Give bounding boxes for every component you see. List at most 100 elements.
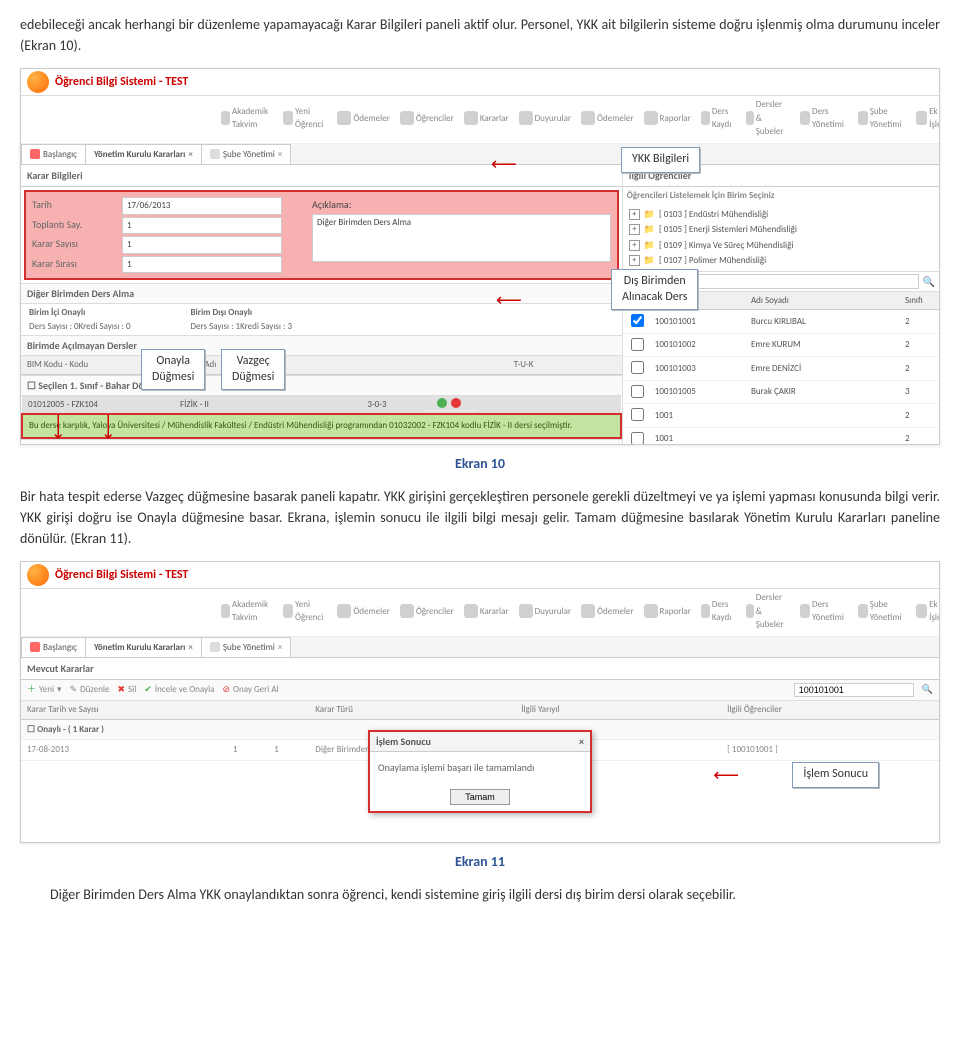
row-checkbox[interactable] <box>631 338 644 351</box>
close-icon[interactable]: × <box>278 641 282 655</box>
menu-item[interactable]: Duyurular <box>519 591 571 632</box>
menu-item[interactable]: Raporlar <box>644 98 691 139</box>
menu-item[interactable]: Kararlar <box>464 98 509 139</box>
toplanti-field[interactable]: 1 <box>122 217 282 235</box>
ders-ad: FİZİK - II <box>174 396 329 415</box>
menu-item[interactable]: Ödemeler <box>337 98 390 139</box>
table-row[interactable]: 01012005 - FZK104 FİZİK - II 3-0-3 <box>22 396 621 415</box>
col-header[interactable]: Karar Türü <box>315 703 521 717</box>
tab-ykk[interactable]: Yönetim Kurulu Kararları × <box>85 144 202 165</box>
menu-item[interactable]: Dersler & Şubeler <box>746 98 790 139</box>
tree-item[interactable]: +📁 [ 0105 ] Enerji Sistemleri Mühendisli… <box>627 222 935 238</box>
search-input[interactable] <box>794 683 914 697</box>
expand-icon[interactable]: + <box>629 255 640 266</box>
menu-item[interactable]: Ödemeler <box>581 98 634 139</box>
row-checkbox[interactable] <box>631 314 644 327</box>
col-header[interactable]: Adı Soyadı <box>747 292 901 310</box>
menu-item[interactable]: Akademik Takvim <box>221 98 273 139</box>
menu-item[interactable]: Ek İşlemler <box>916 98 940 139</box>
menu-icon <box>800 111 810 125</box>
tamam-button[interactable]: Tamam <box>450 789 510 805</box>
duzenle-button[interactable]: ✎Düzenle <box>70 683 110 697</box>
menu-item[interactable]: Ödemeler <box>337 591 390 632</box>
tarih-field[interactable]: 17/06/2013 <box>122 197 282 215</box>
menu-item[interactable]: Ders Yönetimi <box>800 591 848 632</box>
karar-sirasi-field[interactable]: 1 <box>122 256 282 274</box>
row-checkbox[interactable] <box>631 361 644 374</box>
menu-item[interactable]: Ders Kaydı <box>701 98 736 139</box>
remove-icon[interactable] <box>451 398 461 408</box>
incele-button[interactable]: ✔İncele ve Onayla <box>144 683 214 697</box>
outro-paragraph: Diğer Birimden Ders Alma YKK onaylandıkt… <box>20 884 940 905</box>
close-icon[interactable]: × <box>188 148 192 162</box>
menu-item[interactable]: Akademik Takvim <box>221 591 273 632</box>
mevcut-kararlar-title: Mevcut Kararlar <box>21 658 939 680</box>
table-row[interactable]: 100101002Emre KURUM2 <box>623 333 939 357</box>
ders-tuk: 3-0-3 <box>361 396 423 415</box>
menu-item[interactable]: Ders Yönetimi <box>800 98 848 139</box>
col-header[interactable]: Dersin Adı <box>173 356 476 374</box>
main-menu[interactable]: Akademik Takvim Yeni Öğrenci Ödemeler Öğ… <box>21 589 939 637</box>
col-header[interactable]: Karar Tarih ve Sayısı <box>27 703 233 717</box>
menu-item[interactable]: Dersler & Şubeler <box>746 591 790 632</box>
main-menu[interactable]: Akademik Takvim Yeni Öğrenci Ödemeler Öğ… <box>21 96 939 144</box>
callout-vazgec: Vazgeç Düğmesi <box>221 349 285 390</box>
tree-item[interactable]: +📁 [ 0109 ] Kimya Ve Süreç Mühendisliği <box>627 238 935 254</box>
sil-button[interactable]: ✖Sil <box>117 683 136 697</box>
table-row[interactable]: 100101001Burcu KIRLIBAL2 <box>623 310 939 334</box>
karar-sayisi-field[interactable]: 1 <box>122 236 282 254</box>
tab-sube[interactable]: Şube Yönetimi × <box>201 637 291 658</box>
tree-item[interactable]: +📁 [ 0107 ] Polimer Mühendisliği <box>627 253 935 269</box>
close-icon[interactable]: × <box>579 734 584 749</box>
table-row[interactable]: 100101005Burak ÇAKIR3 <box>623 380 939 404</box>
col-header[interactable]: İlgili Öğrenciler <box>727 703 933 717</box>
menu-icon <box>916 111 927 125</box>
menu-icon <box>581 604 595 618</box>
arrow-icon: ⟶ <box>44 414 71 440</box>
menu-icon <box>701 604 710 618</box>
col-header[interactable]: İlgili Yarıyıl <box>521 703 727 717</box>
app-logo-icon <box>27 71 49 93</box>
menu-icon <box>746 111 753 125</box>
menu-item[interactable]: Şube Yönetimi <box>858 98 906 139</box>
menu-item[interactable]: Yeni Öğrenci <box>283 591 327 632</box>
menu-item[interactable]: Ek İşlemler <box>916 591 940 632</box>
menu-item[interactable]: Öğrenciler <box>400 591 454 632</box>
menu-item[interactable]: Yeni Öğrenci <box>283 98 327 139</box>
tab-baslangic[interactable]: Başlangıç <box>21 144 86 165</box>
menu-item[interactable]: Kararlar <box>464 591 509 632</box>
expand-icon[interactable]: + <box>629 224 640 235</box>
menu-item[interactable]: Ders Kaydı <box>701 591 736 632</box>
expand-icon[interactable]: + <box>629 240 640 251</box>
table-row[interactable]: 100101003Emre DENİZCİ2 <box>623 357 939 381</box>
menu-item[interactable]: Duyurular <box>519 98 571 139</box>
cell: 17-08-2013 <box>27 743 233 757</box>
arrow-icon: ⟵ <box>713 762 739 789</box>
row-checkbox[interactable] <box>631 408 644 421</box>
close-icon[interactable]: × <box>278 148 282 162</box>
row-checkbox[interactable] <box>631 432 644 445</box>
expand-icon[interactable]: + <box>629 209 640 220</box>
search-icon[interactable]: 🔍 <box>923 274 935 289</box>
onay-geri-al-button[interactable]: ⊘Onay Geri Al <box>223 683 279 697</box>
tab-baslangic[interactable]: Başlangıç <box>21 637 86 658</box>
row-checkbox[interactable] <box>631 385 644 398</box>
col-header[interactable]: T-U-K <box>508 356 570 374</box>
col-header[interactable]: Sınıfı <box>901 292 939 310</box>
yeni-button[interactable]: ＋Yeni ▾ <box>27 683 62 697</box>
approve-icon[interactable] <box>437 398 447 408</box>
tab-ykk[interactable]: Yönetim Kurulu Kararları × <box>85 637 202 658</box>
aciklama-field[interactable]: Diğer Birimden Ders Alma <box>312 214 611 262</box>
menu-item[interactable]: Ödemeler <box>581 591 634 632</box>
close-icon[interactable]: × <box>188 641 192 655</box>
menu-item[interactable]: Raporlar <box>644 591 691 632</box>
table-row[interactable]: 10012 <box>623 427 939 445</box>
intro-paragraph: edebileceği ancak herhangi bir düzenleme… <box>20 14 940 56</box>
search-icon[interactable]: 🔍 <box>922 683 933 697</box>
table-row[interactable]: 10012 <box>623 404 939 428</box>
menu-item[interactable]: Öğrenciler <box>400 98 454 139</box>
menu-item[interactable]: Şube Yönetimi <box>858 591 906 632</box>
menu-icon <box>221 604 230 618</box>
tab-sube[interactable]: Şube Yönetimi × <box>201 144 291 165</box>
tree-item[interactable]: +📁 [ 0103 ] Endüstri Mühendisliği <box>627 207 935 223</box>
